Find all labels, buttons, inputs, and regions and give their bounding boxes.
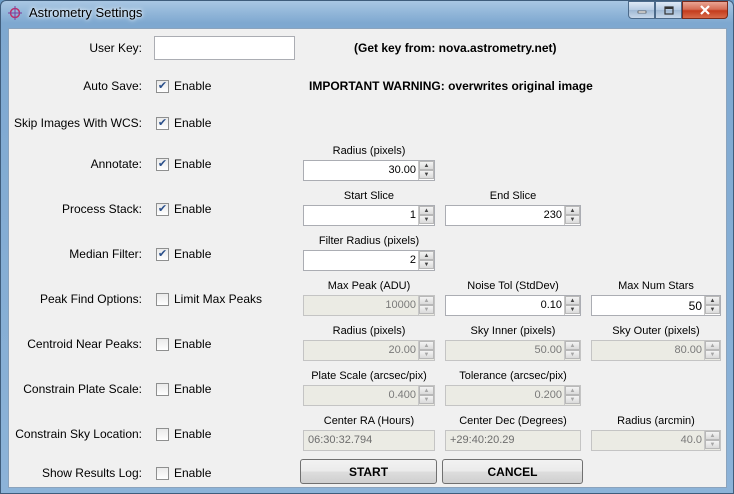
process-stack-label: Process Stack: [61, 202, 142, 216]
spin-down-icon[interactable]: ▼ [705, 350, 720, 359]
spin-up-icon[interactable]: ▲ [705, 341, 720, 350]
skip-wcs-label: Skip Images With WCS: [13, 116, 142, 130]
title-bar[interactable]: Astrometry Settings [1, 1, 733, 27]
center-dec-caption: Center Dec (Degrees) [459, 415, 567, 427]
auto-save-label: Auto Save: [83, 79, 142, 93]
annotate-checkbox[interactable]: ✔ Enable [156, 157, 211, 171]
spin-down-icon[interactable]: ▼ [565, 395, 580, 404]
max-stars-spinner[interactable]: 50 ▲ ▼ [591, 295, 721, 316]
sky-inner-caption: Sky Inner (pixels) [470, 325, 556, 337]
sky-inner-spinner[interactable]: 50.00 ▲ ▼ [445, 340, 581, 361]
plate-scale-spinner[interactable]: 0.400 ▲ ▼ [303, 385, 435, 406]
spin-down-icon[interactable]: ▼ [705, 305, 720, 314]
close-button[interactable] [682, 1, 728, 19]
max-peak-caption: Max Peak (ADU) [327, 280, 411, 292]
spin-down-icon[interactable]: ▼ [705, 440, 720, 449]
minimize-button[interactable] [628, 1, 655, 19]
tolerance-spinner[interactable]: 0.200 ▲ ▼ [445, 385, 581, 406]
check-icon: ✔ [156, 157, 169, 171]
centroid-radius-caption: Radius (pixels) [332, 325, 406, 337]
spin-up-icon[interactable]: ▲ [705, 431, 720, 440]
spin-down-icon[interactable]: ▼ [419, 350, 434, 359]
cancel-button[interactable]: CANCEL [442, 459, 583, 484]
start-slice-spinner[interactable]: 1 ▲ ▼ [303, 205, 435, 226]
end-slice-caption: End Slice [489, 190, 537, 202]
spin-down-icon[interactable]: ▼ [419, 305, 434, 314]
maximize-button[interactable] [655, 1, 682, 19]
sky-location-label: Constrain Sky Location: [15, 427, 142, 441]
check-icon: ✔ [156, 79, 169, 93]
process-stack-checkbox[interactable]: ✔ Enable [156, 202, 211, 216]
sky-location-checkbox[interactable]: Enable [156, 427, 211, 441]
sky-outer-caption: Sky Outer (pixels) [612, 325, 700, 337]
search-radius-spinner[interactable]: 40.0 ▲ ▼ [591, 430, 721, 451]
crosshair-icon [8, 6, 22, 20]
close-icon [700, 5, 710, 15]
spin-up-icon[interactable]: ▲ [419, 161, 434, 170]
auto-save-checkbox[interactable]: ✔ Enable [156, 79, 211, 93]
skip-wcs-checkbox[interactable]: ✔ Enable [156, 116, 211, 130]
dialog-window: Astrometry Settings User Key: (Get key f… [0, 0, 734, 494]
start-button[interactable]: START [300, 459, 437, 484]
results-log-label: Show Results Log: [41, 466, 142, 480]
check-icon: ✔ [156, 247, 169, 261]
spin-up-icon[interactable]: ▲ [565, 386, 580, 395]
user-key-input[interactable] [154, 36, 295, 60]
limit-max-peaks-checkbox[interactable]: Limit Max Peaks [156, 292, 262, 306]
max-stars-caption: Max Num Stars [618, 280, 694, 292]
centroid-checkbox[interactable]: Enable [156, 337, 211, 351]
centroid-label: Centroid Near Peaks: [27, 337, 142, 351]
results-log-checkbox[interactable]: Enable [156, 466, 211, 480]
annotate-radius-caption: Radius (pixels) [332, 145, 406, 157]
spin-down-icon[interactable]: ▼ [419, 260, 434, 269]
spin-down-icon[interactable]: ▼ [419, 170, 434, 179]
minimize-icon [637, 10, 646, 14]
spin-down-icon[interactable]: ▼ [565, 215, 580, 224]
start-slice-caption: Start Slice [343, 190, 395, 202]
spin-up-icon[interactable]: ▲ [419, 341, 434, 350]
center-ra-field[interactable]: 06:30:32.794 [303, 430, 435, 451]
noise-tol-spinner[interactable]: 0.10 ▲ ▼ [445, 295, 581, 316]
window-title: Astrometry Settings [29, 5, 143, 20]
median-filter-label: Median Filter: [69, 247, 142, 261]
spin-up-icon[interactable]: ▲ [419, 386, 434, 395]
noise-tol-caption: Noise Tol (StdDev) [467, 280, 559, 292]
api-key-hint: (Get key from: nova.astrometry.net) [354, 41, 557, 55]
spin-up-icon[interactable]: ▲ [565, 296, 580, 305]
tolerance-caption: Tolerance (arcsec/pix) [459, 370, 567, 382]
spin-up-icon[interactable]: ▲ [419, 296, 434, 305]
spin-up-icon[interactable]: ▲ [565, 206, 580, 215]
max-peak-spinner[interactable]: 10000 ▲ ▼ [303, 295, 435, 316]
center-ra-caption: Center RA (Hours) [323, 415, 415, 427]
sky-outer-spinner[interactable]: 80.00 ▲ ▼ [591, 340, 721, 361]
filter-radius-spinner[interactable]: 2 ▲ ▼ [303, 250, 435, 271]
plate-scale-label: Constrain Plate Scale: [23, 382, 142, 396]
annotate-radius-spinner[interactable]: 30.00 ▲ ▼ [303, 160, 435, 181]
median-filter-checkbox[interactable]: ✔ Enable [156, 247, 211, 261]
spin-up-icon[interactable]: ▲ [565, 341, 580, 350]
maximize-icon [663, 5, 674, 15]
spin-down-icon[interactable]: ▼ [565, 305, 580, 314]
filter-radius-caption: Filter Radius (pixels) [318, 235, 420, 247]
check-icon: ✔ [156, 116, 169, 130]
overwrite-warning: IMPORTANT WARNING: overwrites original i… [309, 79, 593, 93]
settings-panel: User Key: (Get key from: nova.astrometry… [8, 28, 727, 488]
spin-down-icon[interactable]: ▼ [565, 350, 580, 359]
check-icon: ✔ [156, 202, 169, 216]
center-dec-field[interactable]: +29:40:20.29 [445, 430, 581, 451]
end-slice-spinner[interactable]: 230 ▲ ▼ [445, 205, 581, 226]
plate-scale-checkbox[interactable]: Enable [156, 382, 211, 396]
spin-up-icon[interactable]: ▲ [705, 296, 720, 305]
spin-down-icon[interactable]: ▼ [419, 395, 434, 404]
peak-find-label: Peak Find Options: [39, 292, 142, 306]
annotate-label: Annotate: [90, 157, 142, 171]
centroid-radius-spinner[interactable]: 20.00 ▲ ▼ [303, 340, 435, 361]
search-radius-caption: Radius (arcmin) [617, 415, 695, 427]
user-key-label: User Key: [89, 41, 142, 55]
spin-up-icon[interactable]: ▲ [419, 251, 434, 260]
plate-scale-caption: Plate Scale (arcsec/pix) [311, 370, 427, 382]
spin-up-icon[interactable]: ▲ [419, 206, 434, 215]
spin-down-icon[interactable]: ▼ [419, 215, 434, 224]
